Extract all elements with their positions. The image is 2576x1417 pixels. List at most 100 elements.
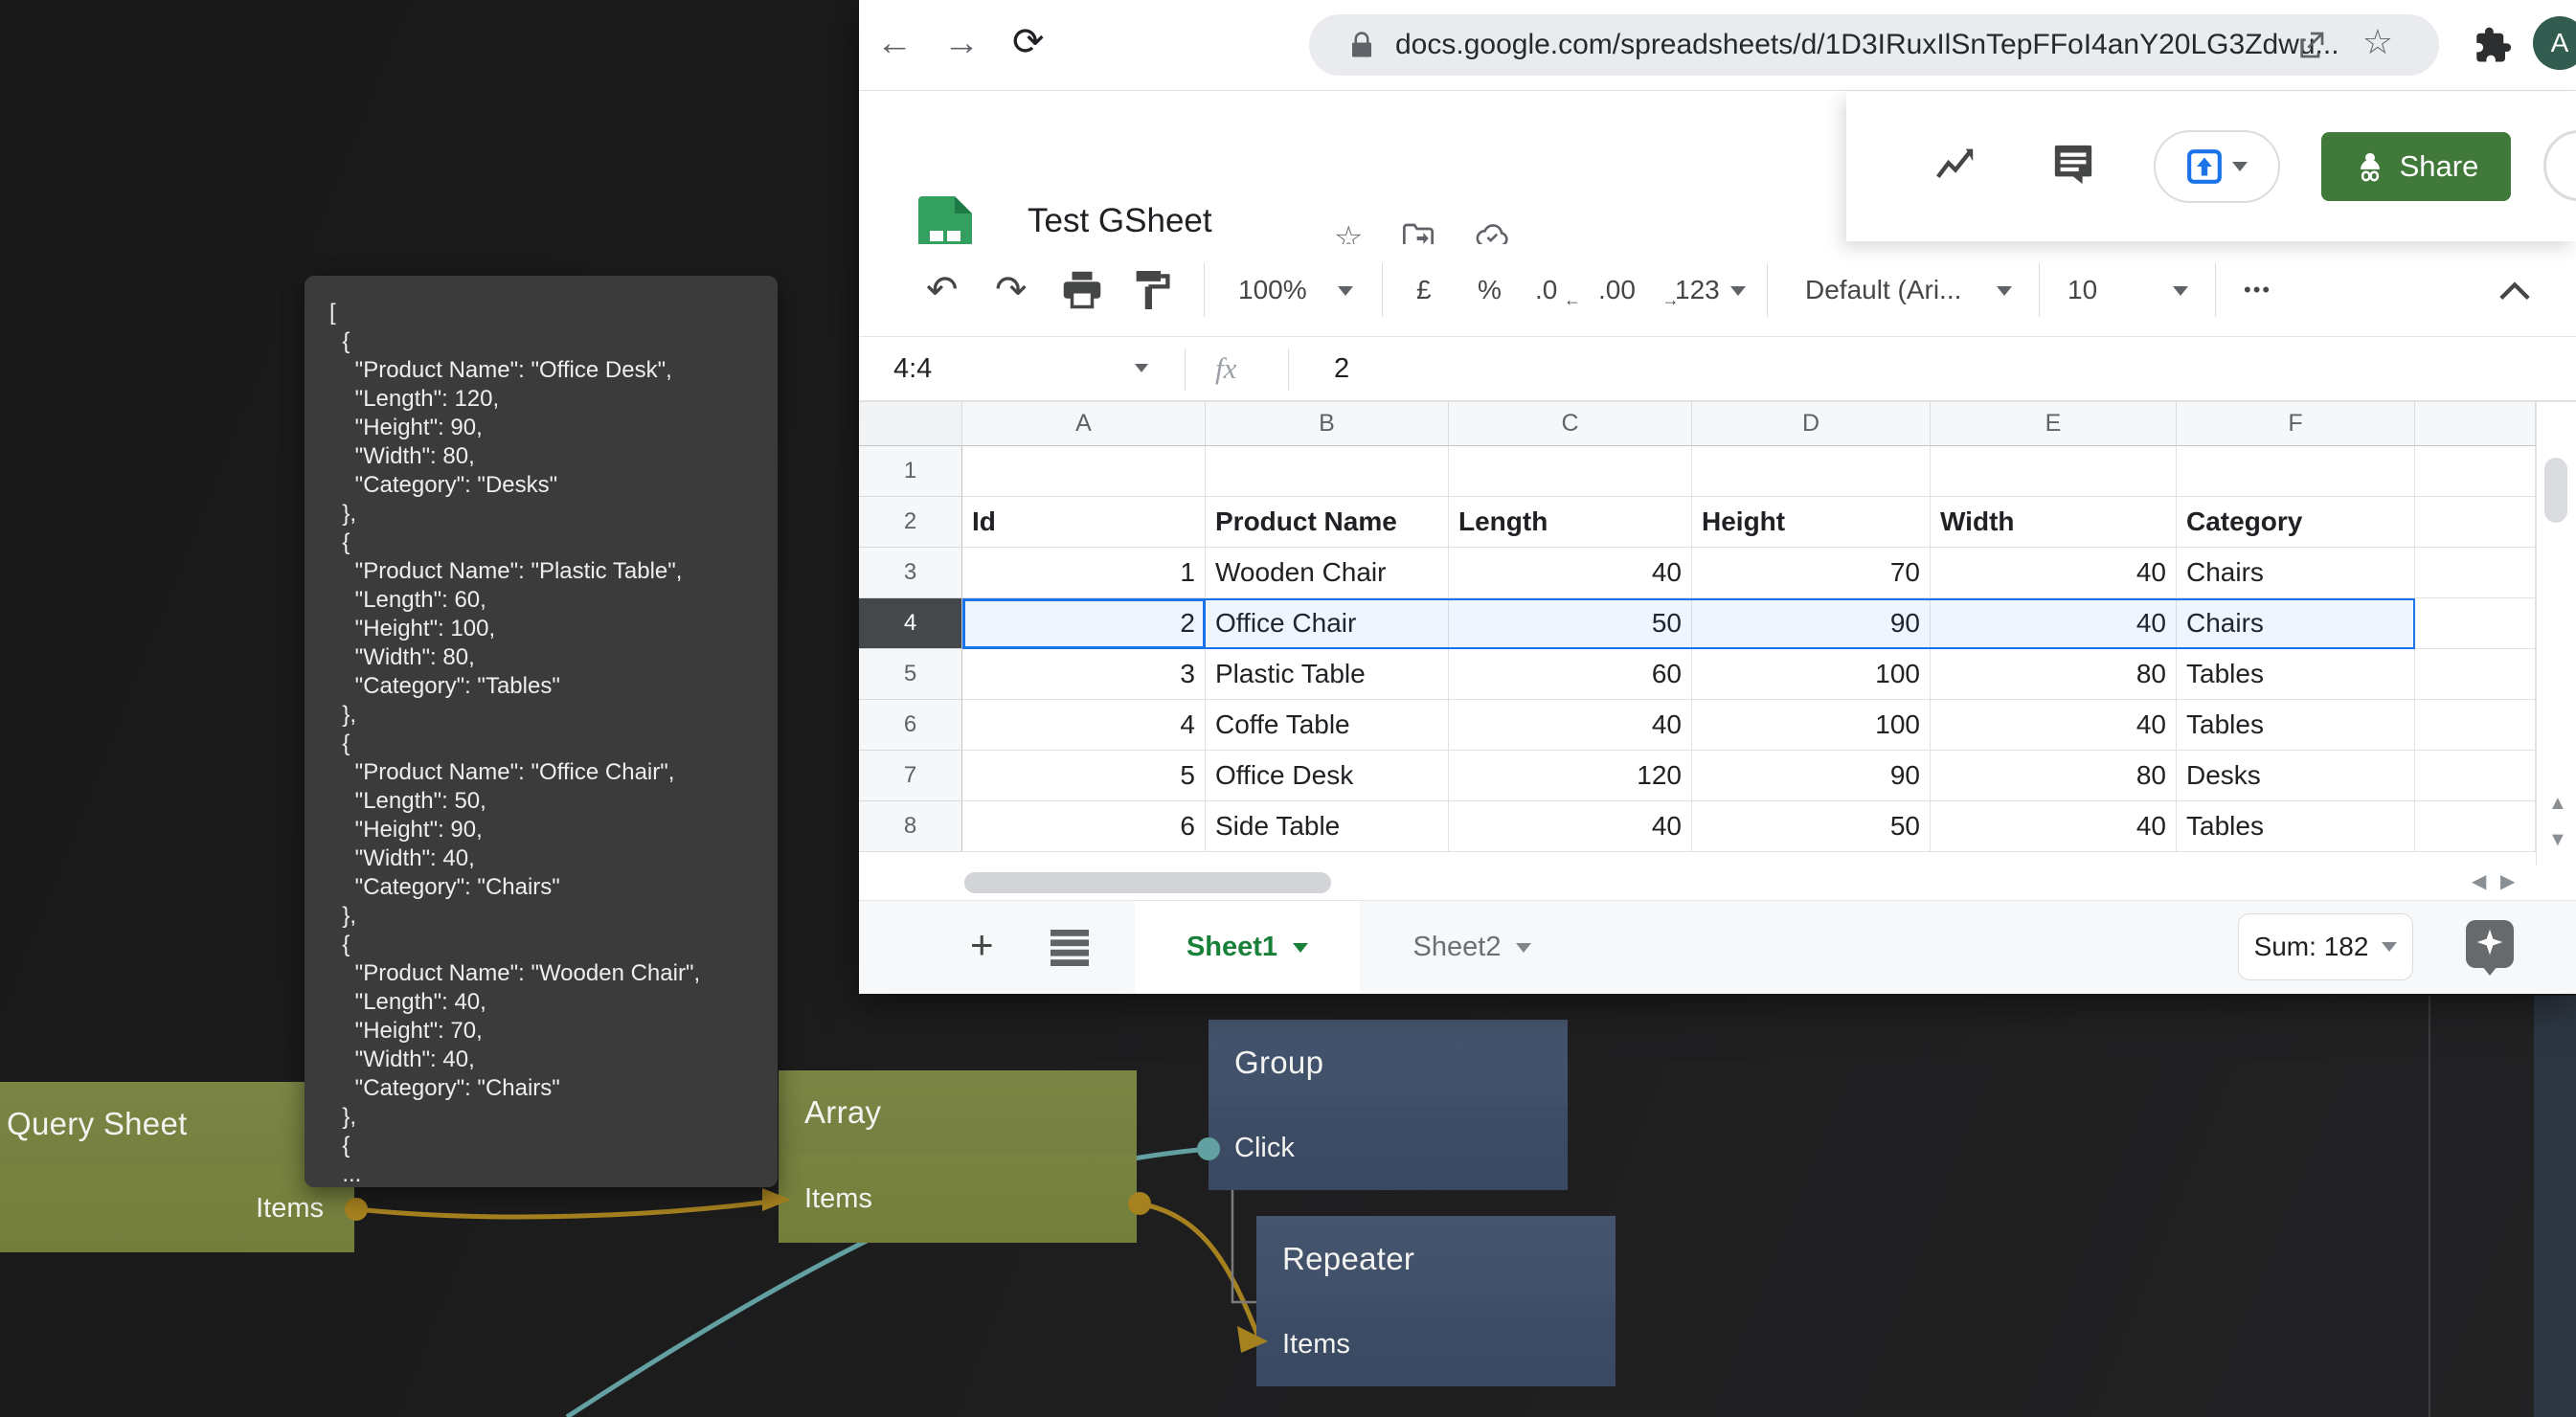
grid-cell[interactable]: Wooden Chair — [1206, 548, 1449, 598]
more-options-button[interactable]: ••• — [2244, 244, 2271, 336]
node-query-sheet[interactable]: Query Sheet Items — [0, 1082, 354, 1252]
grid-cell[interactable]: 6 — [962, 801, 1206, 852]
grid-cell[interactable] — [2415, 446, 2536, 497]
grid-cell[interactable]: 3 — [962, 649, 1206, 700]
grid-cell[interactable]: 4 — [962, 700, 1206, 751]
row-header-6[interactable]: 6 — [859, 700, 962, 751]
grid-cell[interactable]: 50 — [1449, 598, 1692, 649]
redo-icon[interactable]: ↷ — [995, 244, 1028, 336]
grid-cell[interactable]: 5 — [962, 751, 1206, 801]
grid-cell[interactable]: Tables — [2177, 801, 2415, 852]
grid-cell[interactable] — [2415, 548, 2536, 598]
vertical-scroll-thumb[interactable] — [2544, 458, 2567, 523]
present-button[interactable] — [2154, 130, 2280, 203]
tab-sheet1[interactable]: Sheet1 — [1135, 901, 1360, 994]
grid-cell[interactable] — [1206, 446, 1449, 497]
scroll-left-icon[interactable]: ◀ — [2472, 869, 2486, 893]
explore-button[interactable] — [2466, 920, 2514, 968]
share-button[interactable]: Share — [2321, 132, 2511, 201]
zoom-select[interactable]: 100% — [1238, 244, 1307, 336]
column-header-B[interactable]: B — [1206, 402, 1449, 446]
version-history-icon[interactable] — [1934, 146, 1977, 184]
grid-cell[interactable]: 100 — [1692, 700, 1931, 751]
tab-sheet2[interactable]: Sheet2 — [1360, 901, 1585, 994]
grid-cell[interactable]: 40 — [1931, 548, 2177, 598]
grid-cell[interactable] — [2415, 751, 2536, 801]
grid-cell[interactable] — [2415, 801, 2536, 852]
bookmark-star-icon[interactable]: ☆ — [2362, 22, 2393, 62]
grid-cell[interactable]: Tables — [2177, 649, 2415, 700]
paint-format-icon[interactable] — [1133, 269, 1171, 311]
grid-cell[interactable]: 40 — [1449, 700, 1692, 751]
grid-cell[interactable]: 50 — [1692, 801, 1931, 852]
add-sheet-icon[interactable]: + — [970, 922, 994, 968]
avatar[interactable]: A — [2533, 16, 2576, 70]
currency-format-button[interactable]: £ — [1416, 244, 1432, 336]
grid-cell[interactable]: Desks — [2177, 751, 2415, 801]
grid-cell[interactable]: 60 — [1449, 649, 1692, 700]
column-header-partial[interactable] — [2415, 402, 2536, 446]
horizontal-scrollbar[interactable]: ◀ ▶ — [859, 866, 2576, 900]
grid-cell[interactable]: 70 — [1692, 548, 1931, 598]
grid-cell[interactable]: 40 — [1449, 801, 1692, 852]
grid-cell[interactable]: Office Chair — [1206, 598, 1449, 649]
font-size-select[interactable]: 10 — [2068, 244, 2097, 336]
grid-cell[interactable] — [2415, 598, 2536, 649]
horizontal-scroll-thumb[interactable] — [964, 872, 1331, 893]
all-sheets-icon[interactable] — [1051, 930, 1089, 966]
grid-cell[interactable]: 40 — [1931, 801, 2177, 852]
print-icon[interactable] — [1062, 271, 1102, 309]
grid-cell[interactable]: Height — [1692, 497, 1931, 548]
column-header-C[interactable]: C — [1449, 402, 1692, 446]
column-header-A[interactable]: A — [962, 402, 1206, 446]
row-header-7[interactable]: 7 — [859, 751, 962, 801]
increase-decimal-button[interactable]: .00 — [1598, 244, 1636, 336]
row-header-4[interactable]: 4 — [859, 598, 962, 649]
share-page-icon[interactable] — [2295, 30, 2326, 60]
grid-cell[interactable]: Product Name — [1206, 497, 1449, 548]
grid-cell[interactable]: 90 — [1692, 598, 1931, 649]
extensions-icon[interactable] — [2472, 25, 2512, 65]
formula-input[interactable]: 2 — [1334, 337, 1349, 400]
row-header-2[interactable]: 2 — [859, 497, 962, 548]
grid-cell[interactable]: 40 — [1449, 548, 1692, 598]
row-header-1[interactable]: 1 — [859, 446, 962, 497]
reload-icon[interactable]: ⟳ — [1012, 23, 1045, 61]
grid-cell[interactable]: 80 — [1931, 649, 2177, 700]
grid-cell[interactable]: Office Desk — [1206, 751, 1449, 801]
address-bar[interactable]: docs.google.com/spreadsheets/d/1D3IRuxIl… — [1309, 14, 2439, 76]
undo-icon[interactable]: ↶ — [926, 244, 959, 336]
grid-cell[interactable]: Chairs — [2177, 598, 2415, 649]
grid-cell[interactable] — [1449, 446, 1692, 497]
collaborator-avatar[interactable] — [2543, 130, 2576, 201]
sum-status-pill[interactable]: Sum: 182 — [2238, 913, 2413, 980]
grid-cell[interactable]: Id — [962, 497, 1206, 548]
grid-cell[interactable]: 40 — [1931, 700, 2177, 751]
column-header-F[interactable]: F — [2177, 402, 2415, 446]
grid-cell[interactable]: 100 — [1692, 649, 1931, 700]
select-all-corner[interactable] — [859, 402, 962, 446]
column-header-D[interactable]: D — [1692, 402, 1931, 446]
scroll-right-icon[interactable]: ▶ — [2500, 869, 2515, 893]
grid-cell[interactable] — [2415, 700, 2536, 751]
collapse-toolbar-icon[interactable] — [2498, 279, 2531, 302]
forward-icon[interactable]: → — [943, 25, 980, 61]
document-title[interactable]: Test GSheet — [1028, 202, 1212, 240]
grid-cell[interactable]: 90 — [1692, 751, 1931, 801]
comments-icon[interactable] — [2051, 142, 2095, 186]
grid-cell[interactable]: Length — [1449, 497, 1692, 548]
node-array[interactable]: Array Items — [779, 1070, 1137, 1243]
name-box[interactable]: 4:4 — [893, 337, 932, 400]
grid-cell[interactable] — [2415, 649, 2536, 700]
percent-format-button[interactable]: % — [1478, 244, 1502, 336]
node-repeater[interactable]: Repeater Items — [1256, 1216, 1616, 1386]
grid-cell[interactable]: Coffe Table — [1206, 700, 1449, 751]
decrease-decimal-button[interactable]: .0 — [1535, 244, 1557, 336]
grid-cell[interactable]: Side Table — [1206, 801, 1449, 852]
node-group[interactable]: Group Click — [1209, 1020, 1568, 1190]
grid-cell[interactable] — [1931, 446, 2177, 497]
scroll-down-icon[interactable]: ▼ — [2548, 829, 2567, 851]
grid-cell[interactable] — [962, 446, 1206, 497]
grid-cell[interactable] — [2177, 446, 2415, 497]
column-header-E[interactable]: E — [1931, 402, 2177, 446]
